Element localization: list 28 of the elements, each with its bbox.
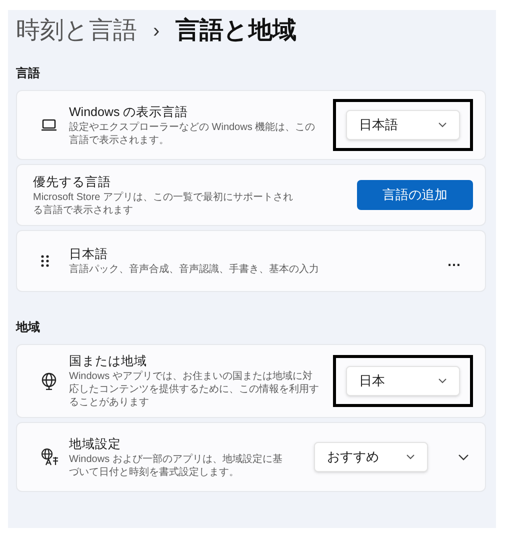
more-options-button[interactable]: … — [447, 250, 461, 272]
setting-title: 優先する言語 — [33, 174, 112, 190]
chevron-down-icon — [458, 454, 468, 460]
dropdown[interactable]: おすすめ — [314, 442, 428, 472]
setting-description: Windows および一部のアプリは、地域設定に基づいて日付と時刻を書式設定します。 — [69, 452, 284, 478]
dropdown[interactable]: 日本 — [346, 366, 460, 396]
breadcrumb-parent[interactable]: 時刻と言語 — [16, 13, 137, 49]
setting-title: 日本語 — [69, 246, 109, 263]
setting-title: 国または地域 — [69, 353, 148, 370]
laptop-icon — [41, 119, 57, 131]
setting-description: Windows やアプリでは、お住まいの国または地域に対応したコンテンツを提供するために、この情報を利用することがあります — [69, 370, 320, 409]
section-heading: 言語 — [16, 65, 41, 82]
section-heading: 地域 — [16, 319, 41, 336]
breadcrumb-separator: › — [152, 19, 161, 44]
setting-description: 言語パック、音声合成、音声認識、手書き、基本の入力 — [69, 263, 320, 276]
dropdown[interactable]: 日本語 — [346, 110, 460, 140]
add-language-button[interactable]: 言語の追加 — [357, 180, 473, 210]
language-settings-icon — [41, 448, 59, 466]
chevron-down-icon — [438, 378, 447, 384]
setting-title: 地域設定 — [69, 436, 122, 452]
setting-title: Windows の表示言語 — [69, 104, 190, 120]
chevron-down-icon — [406, 454, 415, 460]
page-title: 言語と地域 — [176, 16, 297, 46]
globe-icon — [41, 372, 57, 390]
chevron-down-icon — [438, 122, 447, 128]
drag-handle-icon[interactable] — [41, 255, 49, 267]
setting-description: 設定やエクスプローラーなどの Windows 機能は、この言語で表示されます。 — [69, 120, 316, 146]
setting-description: Microsoft Store アプリは、この一覧で最初にサポートされる言語で表示されます — [33, 190, 294, 216]
